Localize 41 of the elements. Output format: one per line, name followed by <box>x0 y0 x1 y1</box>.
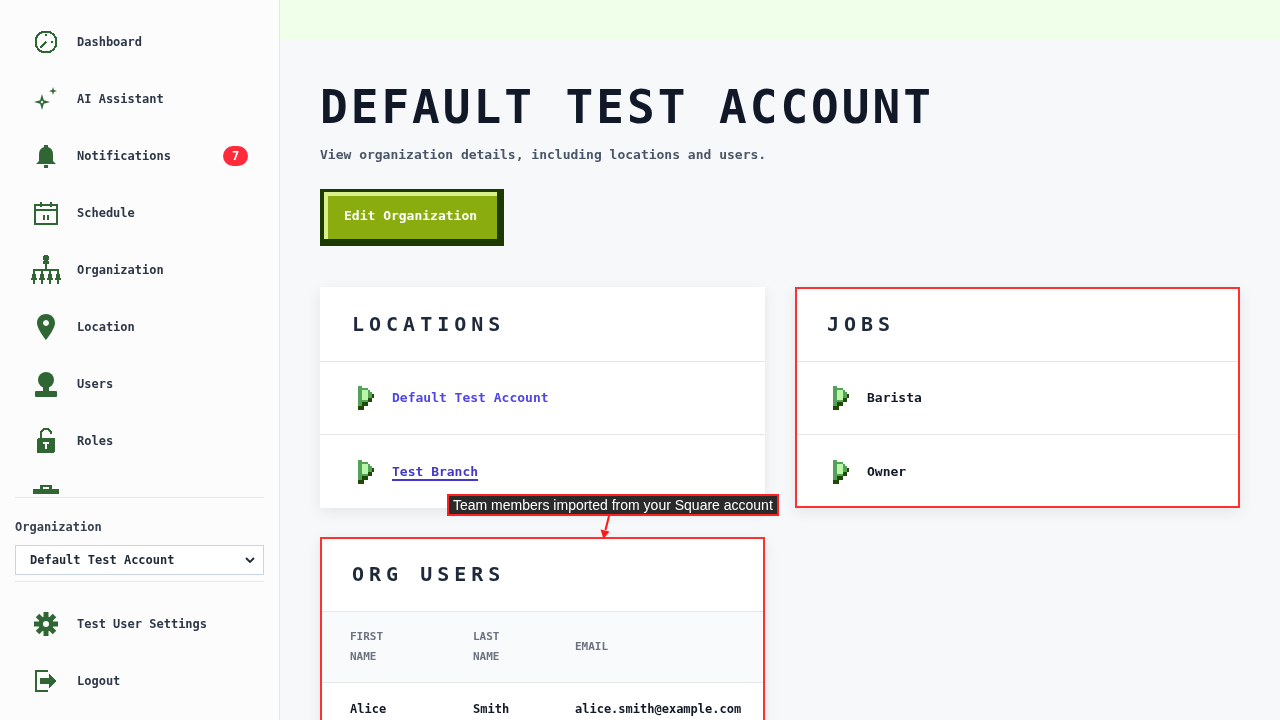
card-heading: ORG USERS <box>352 562 506 586</box>
calendar-icon <box>34 200 58 225</box>
nav-link[interactable]: Roles <box>30 427 114 454</box>
table-cell-text: Alice <box>350 703 388 716</box>
card-heading: JOBS <box>827 312 896 336</box>
nav-link[interactable]: Location <box>30 312 135 341</box>
field-label: Organization <box>15 519 103 536</box>
arrow-icon <box>598 516 612 539</box>
nav-link[interactable]: Schedule <box>30 200 135 225</box>
nav-link[interactable]: Organization <box>30 253 164 286</box>
nav-link[interactable]: Users <box>30 370 114 397</box>
chevron-down-icon <box>245 557 255 563</box>
annotation-tooltip: Team members imported from your Square account <box>447 494 779 516</box>
table-cell-text: alice.smith@example.com <box>575 703 743 716</box>
job-name: Owner <box>867 462 907 481</box>
nav-link[interactable]: Logout <box>30 668 121 693</box>
count-badge: 7 <box>223 145 248 166</box>
entry-link[interactable]: Test Branch <box>392 461 479 482</box>
gauge-icon <box>34 29 58 54</box>
hierarchy-icon <box>30 253 62 286</box>
user-icon <box>34 370 58 397</box>
page-title: DEFAULT TEST ACCOUNT <box>320 84 935 130</box>
card-heading: LOCATIONS <box>352 312 506 336</box>
column-header: FIRST NAME <box>350 629 385 665</box>
job-name: Barista <box>867 389 922 407</box>
organization-select[interactable]: Default Test Account <box>15 545 264 575</box>
page-subtitle: View organization details, including locations and users. <box>320 146 768 164</box>
padlock-icon <box>35 427 57 454</box>
entry-link[interactable]: Default Test Account <box>392 388 549 408</box>
map-pin-icon <box>35 312 57 341</box>
column-header: LAST NAME <box>473 629 501 665</box>
logout-icon <box>34 668 58 693</box>
bell-icon <box>34 143 58 168</box>
cropped-icon <box>33 485 59 494</box>
column-header: EMAIL <box>575 639 610 655</box>
nav-link[interactable]: Test User Settings <box>30 611 208 636</box>
settings-icon <box>34 611 58 636</box>
nav-link[interactable]: Dashboard <box>30 29 143 54</box>
nav-link[interactable]: Notifications <box>30 143 171 168</box>
table-cell-text: Smith <box>473 703 511 716</box>
nav-link[interactable]: AI Assistant <box>30 85 164 112</box>
